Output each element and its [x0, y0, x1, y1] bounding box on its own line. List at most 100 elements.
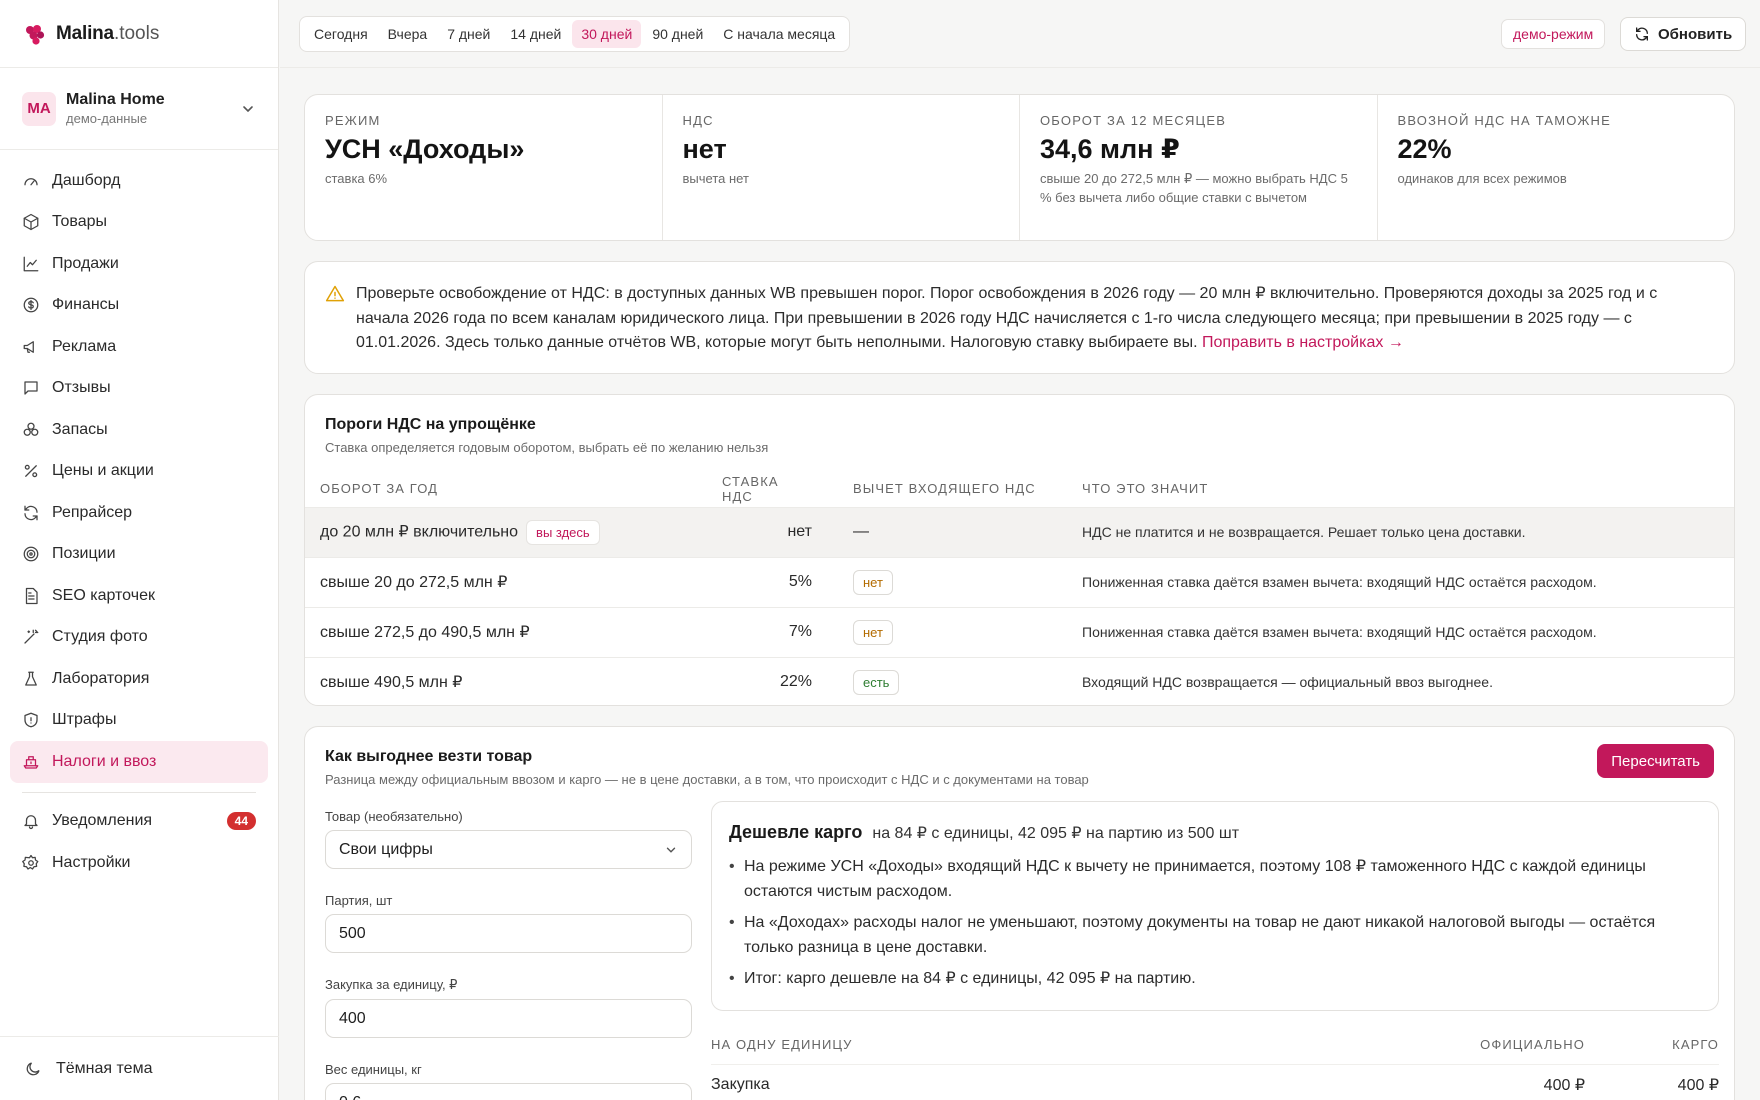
deduction-cell: нет: [827, 606, 1067, 657]
dark-theme-toggle[interactable]: Тёмная тема: [0, 1036, 279, 1100]
list-item: На «Доходах» расходы налог не уменьшают,…: [729, 911, 1701, 960]
meaning-cell: НДС не платится и не возвращается. Решае…: [1067, 506, 1734, 557]
period-30-days[interactable]: 30 дней: [572, 20, 642, 48]
fix-in-settings-link[interactable]: Поправить в настройках →: [1202, 334, 1404, 351]
megaphone-icon: [23, 340, 34, 353]
workspace-switcher[interactable]: MA Malina Home демо-данные: [0, 68, 278, 150]
demo-mode-badge: демо-режим: [1501, 19, 1606, 49]
kpi-value: 22%: [1397, 134, 1452, 164]
sidebar-item-repricer[interactable]: Репрайсер: [10, 492, 268, 534]
workspace-subtitle: демо-данные: [66, 111, 148, 126]
dollar-circle-icon: [23, 297, 39, 313]
sidebar-divider: [22, 791, 256, 793]
shield-icon: [24, 712, 38, 728]
sidebar-item-ads[interactable]: Реклама: [10, 326, 268, 368]
turnover-cell: до 20 млн ₽ включительно вы здесь: [305, 506, 707, 557]
table-row: до 20 млн ₽ включительно вы здесь нет — Н…: [305, 506, 1734, 557]
vat-exemption-alert: Проверьте освобождение от НДС: в доступн…: [304, 261, 1735, 374]
rate-cell: 5%: [707, 556, 827, 607]
sidebar-item-lab[interactable]: Лаборатория: [10, 658, 268, 700]
sidebar-item-dashboard[interactable]: Дашборд: [10, 160, 268, 202]
column-header: Ставка НДС: [722, 473, 779, 504]
gear-icon: [22, 854, 39, 870]
recalculate-button[interactable]: Пересчитать: [1597, 744, 1714, 778]
sidebar-item-label: Студия фото: [52, 628, 148, 646]
sidebar-item-fines[interactable]: Штрафы: [10, 700, 268, 742]
percent-icon: [24, 464, 38, 478]
sidebar-item-label: SEO карточек: [52, 586, 155, 604]
sidebar-item-label: Налоги и ввоз: [52, 752, 157, 770]
notifications-count-badge: 44: [226, 812, 256, 831]
deduction-cell: есть: [827, 656, 1067, 705]
gauge-icon: [24, 177, 38, 186]
select-value: Свои цифры: [339, 840, 433, 858]
deduction-badge: нет: [853, 619, 893, 645]
period-14-days[interactable]: 14 дней: [501, 20, 570, 48]
result-points: На режиме УСН «Доходы» входящий НДС к вы…: [729, 855, 1701, 992]
kpi-label: Режим: [325, 113, 381, 128]
sidebar-item-stocks[interactable]: Запасы: [10, 409, 268, 451]
vat-thresholds-card: Пороги НДС на упрощёнке Ставка определяе…: [304, 394, 1735, 706]
product-select[interactable]: Свои цифры: [325, 830, 692, 869]
sidebar-item-label: Отзывы: [52, 379, 111, 397]
kpi-label: Оборот за 12 месяцев: [1040, 113, 1227, 128]
field-label: Вес единицы, кг: [325, 1062, 422, 1077]
sidebar-item-finance[interactable]: Финансы: [10, 285, 268, 327]
field-label: Закупка за единицу, ₽: [325, 977, 458, 992]
sidebar-item-label: Репрайсер: [52, 503, 133, 521]
kpi-regime: Режим УСН «Доходы» ставка 6%: [305, 95, 663, 240]
period-yesterday[interactable]: Вчера: [379, 20, 437, 48]
target-icon: [23, 546, 39, 562]
refresh-icon: [24, 505, 38, 521]
message-square-icon: [24, 381, 38, 395]
sidebar-item-seo[interactable]: SEO карточек: [10, 575, 268, 617]
period-90-days[interactable]: 90 дней: [643, 20, 712, 48]
chart-line-icon: [23, 256, 39, 272]
batch-quantity-input[interactable]: 500: [325, 914, 692, 953]
main-content: Режим УСН «Доходы» ставка 6% НДС нет выч…: [304, 94, 1735, 1100]
row-label: Закупка: [711, 1075, 770, 1093]
sidebar-item-label: Запасы: [52, 420, 108, 438]
period-7-days[interactable]: 7 дней: [438, 20, 499, 48]
sidebar-item-label: Реклама: [52, 337, 117, 355]
sidebar-item-prices[interactable]: Цены и акции: [10, 451, 268, 493]
kpi-turnover: Оборот за 12 месяцев 34,6 млн ₽ свыше 20…: [1020, 95, 1378, 240]
sidebar-item-label: Уведомления: [52, 812, 153, 830]
table-row: свыше 490,5 млн ₽ 22% есть Входящий НДС …: [305, 656, 1734, 705]
sidebar-item-photo-studio[interactable]: Студия фото: [10, 617, 268, 659]
dark-theme-label: Тёмная тема: [56, 1059, 153, 1077]
period-month-to-date[interactable]: С начала месяца: [714, 20, 844, 48]
sidebar-item-sales[interactable]: Продажи: [10, 243, 268, 285]
sidebar-item-label: Лаборатория: [52, 669, 150, 687]
sidebar-item-settings[interactable]: Настройки: [10, 842, 268, 884]
sidebar-item-label: Позиции: [52, 545, 116, 563]
period-today[interactable]: Сегодня: [305, 20, 377, 48]
logo[interactable]: Malina .tools: [0, 0, 278, 68]
sidebar: Malina .tools MA Malina Home демо-данные …: [0, 0, 279, 1100]
official-value: 400 ₽: [1543, 1076, 1585, 1094]
sidebar-item-positions[interactable]: Позиции: [10, 534, 268, 576]
column-header: Вычет входящего НДС: [853, 481, 1036, 497]
purchase-price-input[interactable]: 400: [325, 999, 692, 1038]
kpi-label: НДС: [682, 113, 714, 128]
top-bar: Сегодня Вчера 7 дней 14 дней 30 дней 90 …: [280, 0, 1760, 68]
turnover-cell: свыше 490,5 млн ₽: [305, 656, 707, 705]
list-item: На режиме УСН «Доходы» входящий НДС к вы…: [729, 855, 1701, 904]
sidebar-item-products[interactable]: Товары: [10, 202, 268, 244]
chevron-down-icon: [666, 847, 676, 853]
sidebar-item-taxes-import[interactable]: Налоги и ввоз: [10, 741, 268, 783]
tax-summary-cards: Режим УСН «Доходы» ставка 6% НДС нет выч…: [304, 94, 1735, 241]
comparison-result: Дешевле карго на 84 ₽ с единицы, 42 095 …: [711, 801, 1719, 1011]
unit-weight-input[interactable]: 0,6: [325, 1083, 692, 1100]
column-header: Карго: [1672, 1036, 1719, 1052]
sidebar-item-reviews[interactable]: Отзывы: [10, 368, 268, 410]
rate-cell: нет: [707, 506, 827, 557]
refresh-button[interactable]: Обновить: [1620, 17, 1747, 51]
vat-thresholds-table: Оборот за год Ставка НДС Вычет входящего…: [305, 471, 1734, 705]
chevron-down-icon: [243, 105, 253, 112]
kpi-value: 34,6 млн ₽: [1040, 134, 1180, 164]
refresh-icon: [1636, 27, 1648, 41]
sidebar-item-notifications[interactable]: Уведомления 44: [10, 801, 268, 843]
deduction-cell: нет: [827, 556, 1067, 607]
column-header: Официально: [1480, 1036, 1585, 1052]
